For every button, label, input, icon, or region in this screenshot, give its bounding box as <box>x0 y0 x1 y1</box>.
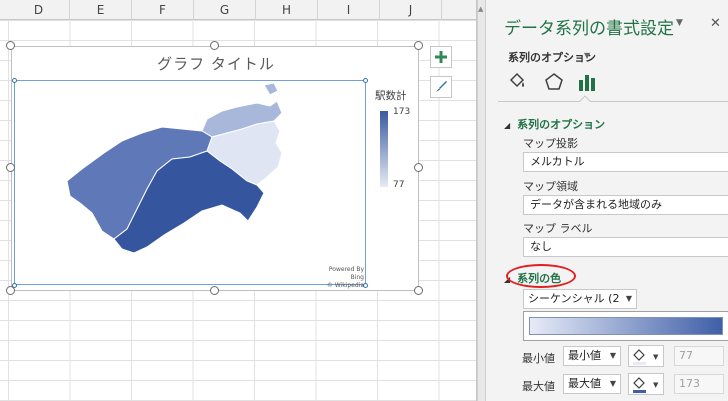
map-projection-select[interactable]: メルカトル <box>523 152 728 172</box>
max-type-dropdown[interactable]: 最大値 ▼ <box>563 374 621 394</box>
column-header-e[interactable]: E <box>70 0 132 20</box>
chart-title[interactable]: グラフ タイトル <box>12 53 420 74</box>
column-header-row: D E F G H I J <box>0 0 477 20</box>
column-header-f[interactable]: F <box>132 0 194 20</box>
chart-handle-mr[interactable] <box>414 163 423 172</box>
highlight-ellipse <box>506 264 576 288</box>
legend-min-value: 77 <box>393 180 405 190</box>
svg-text:▼: ▼ <box>653 381 659 389</box>
collapse-triangle-icon: ◢ <box>504 121 511 130</box>
min-type-value: 最小値 <box>568 349 601 362</box>
effects-tab[interactable] <box>543 71 565 93</box>
pane-title: データ系列の書式設定 <box>504 19 674 39</box>
chart-handle-br[interactable] <box>414 286 423 295</box>
chart-handle-tr[interactable] <box>414 41 423 50</box>
format-data-series-pane: データ系列の書式設定 ▼ ✕ 系列のオプション ▼ ◢ 系列のオプション マップ投… <box>485 0 728 401</box>
svg-text:▼: ▼ <box>653 353 659 361</box>
plus-icon <box>435 51 447 63</box>
max-value-label: 最大値 <box>522 380 555 393</box>
legend-gradient <box>380 111 388 187</box>
series-options-tab[interactable] <box>576 71 598 93</box>
shikoku-map <box>66 82 282 254</box>
attribution-bing: Powered By Bing <box>328 266 364 281</box>
chart-handle-tl[interactable] <box>6 41 15 50</box>
fill-line-tab[interactable] <box>506 71 528 93</box>
chevron-down-icon: ▼ <box>625 294 632 303</box>
chart-handle-bl[interactable] <box>6 286 15 295</box>
max-color-button[interactable]: ▼ <box>628 373 664 395</box>
pane-menu-icon[interactable]: ▼ <box>676 18 683 28</box>
legend-title: 駅数計 <box>375 90 407 102</box>
legend-max-value: 173 <box>393 107 411 117</box>
column-header-i[interactable]: I <box>318 0 380 20</box>
min-value-label: 最小値 <box>522 352 555 365</box>
chevron-down-icon: ▼ <box>609 379 616 388</box>
chart-tools <box>430 46 452 106</box>
map-island <box>263 82 279 96</box>
chart-handle-tc[interactable] <box>210 41 219 50</box>
max-type-value: 最大値 <box>568 377 601 390</box>
section-series-options[interactable]: ◢ 系列のオプション <box>504 116 605 132</box>
map-area-select[interactable]: データが含まれる地域のみ <box>523 195 728 215</box>
map-labels-label: マップ ラベル <box>523 222 593 235</box>
paint-bucket-icon <box>509 72 525 88</box>
pentagon-icon <box>545 73 563 90</box>
series-options-dropdown[interactable]: 系列のオプション <box>508 49 596 65</box>
column-header-d[interactable]: D <box>8 0 70 20</box>
spreadsheet-area[interactable]: D E F G H I J グラフ タイトル 駅数計 173 77 Powere… <box>0 0 477 401</box>
map-area-label: マップ領域 <box>523 180 578 193</box>
chevron-down-icon[interactable]: ▼ <box>584 51 590 60</box>
column-header-h[interactable]: H <box>256 0 318 20</box>
pane-splitter[interactable] <box>477 0 485 401</box>
column-header-g[interactable]: G <box>194 0 256 20</box>
column-header-j[interactable]: J <box>380 0 442 20</box>
section-series-options-label: 系列のオプション <box>517 118 606 131</box>
map-labels-select[interactable]: なし <box>523 237 728 257</box>
max-value-input[interactable]: 173 <box>674 374 724 394</box>
min-type-dropdown[interactable]: 最小値 ▼ <box>563 346 621 366</box>
bar-chart-icon <box>579 75 595 91</box>
gradient-bar <box>529 317 723 335</box>
chart-handle-ml[interactable] <box>6 163 15 172</box>
color-gradient-preview <box>523 311 728 341</box>
map-projection-label: マップ投影 <box>523 137 578 150</box>
tab-divider <box>498 101 728 102</box>
brush-icon <box>436 81 447 92</box>
paint-bucket-icon: ▼ <box>633 349 659 365</box>
chart-handle-bc[interactable] <box>210 286 219 295</box>
map-attribution: Powered By Bing © Wikipedia <box>318 266 364 290</box>
min-color-button[interactable]: ▼ <box>628 345 664 367</box>
map-chart[interactable]: グラフ タイトル 駅数計 173 77 Powered By Bing © Wi… <box>11 46 419 291</box>
tab-selected-indicator <box>579 95 591 107</box>
chart-styles-button[interactable] <box>430 76 452 98</box>
paint-bucket-icon: ▼ <box>633 377 659 393</box>
scroll-up-icon[interactable]: ▲ <box>478 5 483 13</box>
chevron-down-icon: ▼ <box>609 351 616 360</box>
min-value-input[interactable]: 77 <box>674 346 724 366</box>
color-mode-dropdown[interactable]: シーケンシャル (2 色) ▼ <box>523 289 637 323</box>
plot-handle-tl[interactable] <box>12 78 17 83</box>
chart-elements-button[interactable] <box>430 46 452 68</box>
plot-handle-tr[interactable] <box>363 78 368 83</box>
close-icon[interactable]: ✕ <box>710 16 721 31</box>
attribution-wikipedia: © Wikipedia <box>326 282 364 289</box>
